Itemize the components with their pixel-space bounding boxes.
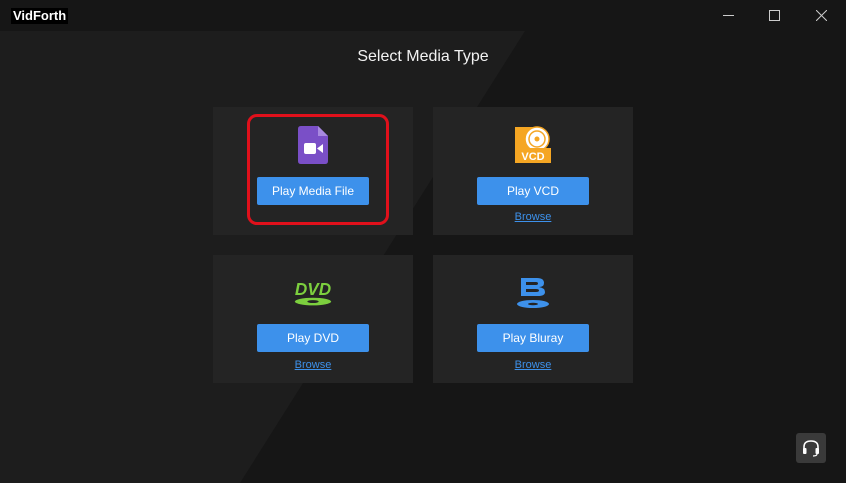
vcd-card: VCD Play VCD Browse — [433, 107, 633, 235]
bluray-logo-icon — [513, 273, 553, 313]
close-button[interactable] — [798, 0, 844, 31]
maximize-icon — [768, 10, 780, 21]
page-title: Select Media Type — [357, 48, 489, 65]
headset-icon — [803, 440, 819, 457]
play-dvd-button[interactable]: Play DVD — [257, 324, 369, 352]
title-bar: VidForth — [0, 0, 846, 31]
dvd-logo-icon: DVD — [293, 273, 333, 313]
dvd-card: DVD Play DVD Browse — [213, 255, 413, 383]
bluray-browse-link[interactable]: Browse — [433, 359, 633, 371]
background-diagonal-shape — [0, 31, 525, 483]
media-file-card: Play Media File — [213, 107, 413, 235]
maximize-button[interactable] — [751, 0, 797, 31]
play-bluray-button[interactable]: Play Bluray — [477, 324, 589, 352]
vcd-browse-link[interactable]: Browse — [433, 211, 633, 223]
play-vcd-button[interactable]: Play VCD — [477, 177, 589, 205]
play-media-file-button[interactable]: Play Media File — [257, 177, 369, 205]
vcd-disc-icon: VCD — [513, 125, 553, 165]
bluray-card: Play Bluray Browse — [433, 255, 633, 383]
dvd-browse-link[interactable]: Browse — [213, 359, 413, 371]
close-icon — [815, 10, 827, 21]
app-title: VidForth — [11, 8, 69, 24]
video-file-icon — [293, 125, 333, 165]
minimize-button[interactable] — [705, 0, 751, 31]
support-button[interactable] — [796, 433, 826, 463]
svg-text:VCD: VCD — [521, 151, 544, 163]
svg-text:DVD: DVD — [295, 279, 331, 299]
minimize-icon — [722, 15, 734, 16]
